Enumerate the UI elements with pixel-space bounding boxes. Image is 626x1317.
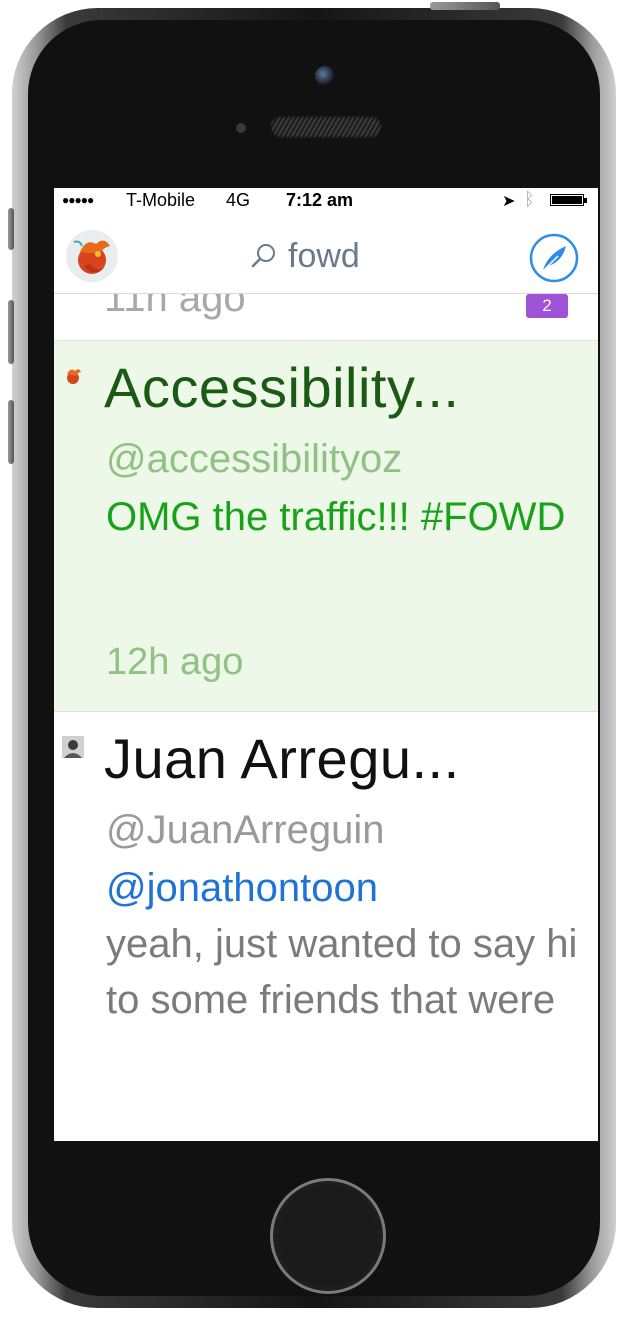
signal-strength: ●●●●●: [62, 193, 94, 207]
app-screen: ●●●●● T-Mobile 4G 7:12 am ➤ ᛒ fowd 11h a…: [54, 188, 598, 1141]
tweet-accessibilityoz[interactable]: Accessibility... @accessibilityoz OMG th…: [54, 341, 598, 712]
tweet-juanarreguin[interactable]: Juan Arregu... @JuanArreguin @jonathonto…: [54, 712, 598, 1141]
carrier-name: T-Mobile: [126, 190, 196, 210]
previous-tweet[interactable]: 11h ago 2: [54, 294, 598, 341]
volume-down-button: [8, 400, 14, 464]
compose-feather-icon: [529, 233, 579, 283]
profile-avatar[interactable]: [66, 230, 118, 282]
nav-bar: fowd: [54, 212, 598, 294]
network-type: 4G: [226, 190, 251, 210]
search-query: fowd: [288, 236, 360, 275]
reply-count-badge: 2: [526, 294, 568, 318]
status-time: 7:12 am: [286, 190, 354, 210]
tweet-avatar[interactable]: [62, 736, 84, 758]
mute-switch: [8, 208, 14, 250]
person-avatar-icon: [62, 736, 84, 758]
tweet-author-handle[interactable]: @JuanArreguin: [106, 808, 385, 853]
tweet-text: OMG the traffic!!! #FOWD: [106, 495, 566, 539]
battery-icon: [550, 194, 587, 206]
tweet-author-name: Accessibility...: [104, 356, 460, 419]
battery-fill: [552, 196, 582, 204]
tweet-text-content: yeah, just wanted to say hi to some frie…: [106, 922, 578, 1022]
tweet-avatar[interactable]: [62, 365, 84, 387]
phoenix-avatar-icon: [62, 365, 84, 387]
proximity-sensor: [236, 123, 246, 133]
tweet-author-handle[interactable]: @accessibilityoz: [106, 437, 402, 482]
tweet-text: @jonathontoon yeah, just wanted to say h…: [106, 860, 586, 1028]
search-field[interactable]: fowd: [250, 232, 360, 280]
tweet-author-name: Juan Arregu...: [104, 727, 460, 790]
battery-terminal: [584, 198, 587, 203]
mention-link[interactable]: @jonathontoon: [106, 866, 378, 910]
previous-tweet-time: 11h ago: [104, 294, 246, 320]
compose-button[interactable]: [528, 232, 580, 284]
bluetooth-icon: ᛒ: [524, 189, 535, 209]
tweet-feed: 11h ago 2 Accessibility... @accessibilit…: [54, 294, 598, 1141]
status-bar: ●●●●● T-Mobile 4G 7:12 am ➤ ᛒ: [54, 188, 598, 212]
volume-up-button: [8, 300, 14, 364]
tweet-time: 12h ago: [106, 641, 244, 683]
front-camera: [315, 66, 335, 86]
phoenix-avatar-icon: [66, 230, 118, 282]
location-arrow-icon: ➤: [502, 193, 516, 210]
search-icon: [251, 244, 275, 268]
earpiece-speaker: [270, 116, 382, 138]
power-button: [430, 2, 500, 10]
home-button[interactable]: [270, 1178, 386, 1294]
